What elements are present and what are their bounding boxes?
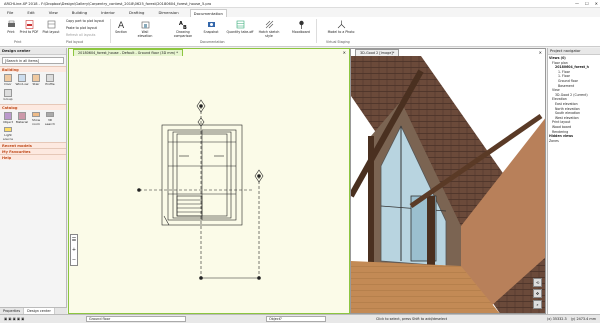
plot-layout-button[interactable]: Plot layout [40,19,62,34]
drawing-comparison-button[interactable]: AB Drawing comparison [168,19,198,39]
section-icon: A [116,19,126,29]
pan-icon[interactable]: ✥ [533,289,542,298]
navigator-item[interactable]: Zones [549,139,599,144]
ribbon-toolbar: Print Print to PDF Plot layout Copy part… [0,17,600,47]
menu-building[interactable]: Building [69,9,90,16]
quantity-takeoff-button[interactable]: Quantity take-off [226,19,254,34]
plan-view[interactable]: 20180604_forest_house - Default - Ground… [68,48,350,314]
tool-door[interactable]: Door [2,73,15,88]
tool-stair[interactable]: Stair [30,73,43,88]
wall-elevation-button[interactable]: Wall elevation [134,19,156,38]
tool-light[interactable]: Light source [2,126,15,141]
panel-title: Design center [0,48,66,55]
floor-select[interactable]: Ground floor [86,316,186,322]
3d-search-icon [46,111,54,117]
tool-profile[interactable]: Profile [44,73,57,88]
design-center-panel: Design center [Search in all items] Buil… [0,48,67,314]
close-icon[interactable]: ✕ [539,50,542,55]
search-input[interactable]: [Search in all items] [2,57,64,64]
profile-icon [46,73,54,82]
menu-file[interactable]: File [4,9,16,16]
group-icon [4,88,12,97]
refresh-layouts-button[interactable]: Refresh all layouts [66,33,95,37]
door-icon [4,73,12,82]
3d-view-tab[interactable]: 3D-Good 2 [Image]* [355,49,400,56]
close-button[interactable]: ✕ [595,1,598,6]
zoom-out-icon[interactable]: − [72,255,76,265]
status-bar: ▣ ▣ ▣ ▣ ▣ Ground floor Object? Click to … [0,314,600,323]
floor-plan-drawing[interactable] [69,56,349,313]
paste-plot-button[interactable]: Paste to plot layout [66,26,97,30]
menu-icon[interactable]: ☰ [72,235,76,245]
menu-documentation[interactable]: Documentation [189,8,227,17]
group-print-label: Print [14,40,22,44]
zoom-in-icon[interactable]: + [72,245,76,255]
printer-icon [6,19,16,29]
group-documentation-label: Documentation [200,40,225,44]
copy-plot-button[interactable]: Copy part to plot layout [66,19,104,23]
group-plot-label: Plot layout [66,40,83,44]
orbit-icon[interactable]: ⟲ [533,278,542,287]
group-virtual-label: Virtual Staging [326,40,350,44]
project-navigator: Project navigator Views (0) Floor plan 201… [547,48,600,314]
plan-view-toolbar: ☰ + − [70,234,78,266]
navigator-tree: Views (0) Floor plan 20180604_forest_h 1. F… [548,55,600,144]
axis-icon [336,19,346,29]
plan-view-tab[interactable]: 20180604_forest_house - Default - Ground… [73,49,183,56]
object-field[interactable]: Object? [266,316,326,322]
status-hint: Click to select, press Shift to add/dese… [376,317,448,321]
hatch-icon [264,19,274,29]
pdf-icon [24,19,34,29]
camera-icon [206,19,216,29]
maximize-button[interactable]: ☐ [585,1,589,6]
moodboard-button[interactable]: Moodboard [290,19,312,34]
tool-material[interactable]: Material [16,111,29,126]
title-bar: ARCHLine.XP 2018 - F:\Dropbox\Design\Gal… [0,0,600,8]
menu-view[interactable]: View [46,9,61,16]
elevation-icon [140,19,150,29]
section-button[interactable]: A Section [110,19,132,35]
3d-view[interactable]: 3D-Good 2 [Image]* ✕ ⟲ ✥ ⌕ [350,48,546,314]
coord-y: (y) 2473.4 mm [570,317,596,321]
status-icons: ▣ ▣ ▣ ▣ ▣ [4,317,25,321]
svg-text:B: B [183,25,187,29]
light-bulb-icon [4,126,12,132]
minimize-button[interactable]: — [575,1,579,6]
navigator-title: Project navigator [548,48,600,55]
close-icon[interactable]: ✕ [343,50,346,55]
menu-interior[interactable]: Interior [98,9,118,16]
menu-dimension[interactable]: Dimension [155,9,181,16]
tool-group[interactable]: Group [2,88,15,103]
3d-render[interactable] [351,56,546,314]
compare-icon: AB [178,19,188,29]
table-icon [235,19,245,29]
svg-text:A: A [118,21,125,29]
pin-icon [296,19,306,29]
menu-bar: File Edit View Building Interior Draftin… [0,8,600,17]
print-pdf-button[interactable]: Print to PDF [18,19,40,34]
window-title: ARCHLine.XP 2018 - F:\Dropbox\Design\Gal… [4,1,212,6]
window-icon [18,73,26,82]
showroom-icon [32,111,40,117]
coord-x: (x) 35332.3 [546,317,567,321]
tool-window[interactable]: Wind-ow [16,73,29,88]
material-icon [18,111,26,120]
hatch-sketch-button[interactable]: Hatch sketch style [256,19,282,38]
model-to-photo-button[interactable]: Model to a Photo [326,19,356,34]
menu-drafting[interactable]: Drafting [126,9,147,16]
view-navigation: ⟲ ✥ ⌕ [533,278,542,309]
object-icon [4,111,12,120]
zoom-icon[interactable]: ⌕ [533,300,542,309]
layout-icon [46,19,56,29]
snapshot-button[interactable]: Snapshot [200,19,222,34]
section-help[interactable]: Help [0,154,66,160]
menu-edit[interactable]: Edit [24,9,37,16]
tool-showroom[interactable]: Show room [30,111,43,126]
tool-3dsearch[interactable]: 3D search [44,111,57,126]
tool-object[interactable]: Object [2,111,15,126]
stair-icon [32,73,40,82]
